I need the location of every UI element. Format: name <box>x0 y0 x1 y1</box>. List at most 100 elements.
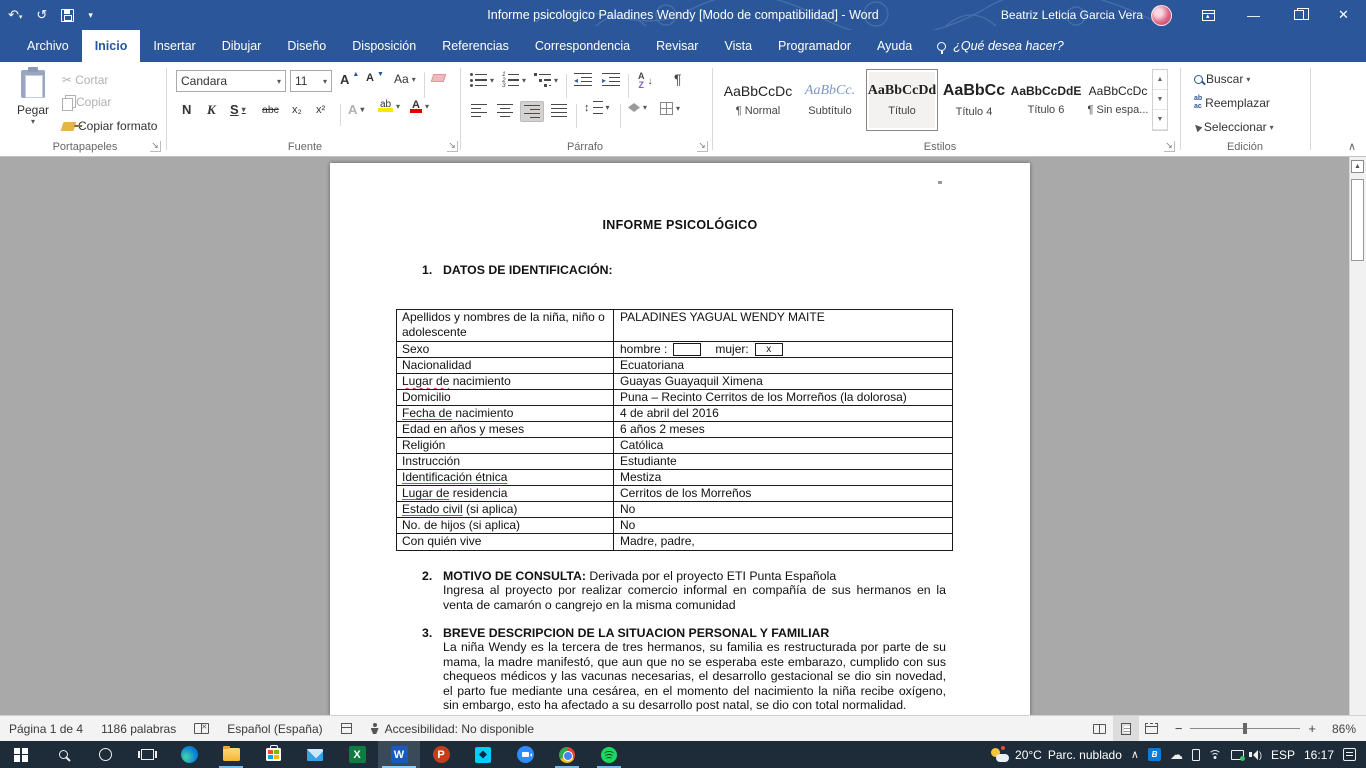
tab-revisar[interactable]: Revisar <box>643 30 711 62</box>
clock[interactable]: 16:17 <box>1304 748 1334 762</box>
file-explorer-button[interactable] <box>210 741 252 768</box>
hombre-checkbox[interactable] <box>673 343 701 356</box>
close-button[interactable]: ✕ <box>1321 0 1366 30</box>
zoom-app-button[interactable] <box>504 741 546 768</box>
underline-button[interactable]: S▾ <box>230 102 246 117</box>
multilevel-list-button[interactable]: ▾ <box>534 73 558 87</box>
start-button[interactable] <box>0 741 42 768</box>
styles-gallery-expand-icon[interactable]: ▼ <box>1153 110 1167 130</box>
superscript-button[interactable]: x² <box>316 104 325 116</box>
anydesk-button[interactable] <box>462 741 504 768</box>
cut-button[interactable]: ✂Cortar <box>62 73 108 87</box>
line-spacing-button[interactable]: ↕▾ <box>584 101 610 114</box>
zoom-percentage[interactable]: 86% <box>1324 722 1356 736</box>
word-button[interactable]: W <box>378 741 420 768</box>
style-titulo-6[interactable]: AaBbCcDdETítulo 6 <box>1010 69 1082 131</box>
zoom-out-icon[interactable]: − <box>1175 721 1183 736</box>
tab-vista[interactable]: Vista <box>711 30 765 62</box>
font-name-combo[interactable]: Candara▾ <box>176 70 286 92</box>
font-color-button[interactable]: A▾ <box>410 100 429 113</box>
tab-archivo[interactable]: Archivo <box>14 30 82 62</box>
chrome-button[interactable] <box>546 741 588 768</box>
page-indicator[interactable]: Página 1 de 4 <box>0 716 92 741</box>
save-icon[interactable] <box>61 9 74 22</box>
language-indicator[interactable]: Español (España) <box>218 716 331 741</box>
spotify-button[interactable] <box>588 741 630 768</box>
print-layout-button[interactable] <box>1113 716 1139 741</box>
tab-disposicion[interactable]: Disposición <box>339 30 429 62</box>
align-center-button[interactable] <box>494 101 516 120</box>
bold-button[interactable]: N <box>182 102 191 117</box>
align-right-button[interactable] <box>520 101 544 122</box>
network-status-icon[interactable] <box>1231 750 1244 760</box>
paste-button[interactable]: Pegar ▾ <box>10 70 56 142</box>
styles-scroll-down-icon[interactable]: ▼ <box>1153 90 1167 110</box>
tab-correspondencia[interactable]: Correspondencia <box>522 30 643 62</box>
shading-button[interactable]: ▾ <box>628 103 647 112</box>
tab-ayuda[interactable]: Ayuda <box>864 30 925 62</box>
user-name[interactable]: Beatriz Leticia Garcia Vera <box>1001 8 1143 22</box>
taskbar-search-button[interactable] <box>42 741 84 768</box>
zoom-slider[interactable] <box>1190 728 1300 729</box>
tab-referencias[interactable]: Referencias <box>429 30 522 62</box>
scrollbar-up-icon[interactable]: ▲ <box>1351 160 1364 173</box>
customize-quick-access-icon[interactable]: ▾ <box>88 10 93 21</box>
restore-button[interactable] <box>1276 0 1321 30</box>
tab-programador[interactable]: Programador <box>765 30 864 62</box>
styles-dialog-launcher[interactable]: ↘ <box>1164 141 1175 152</box>
grow-font-button[interactable]: A▲ <box>340 72 359 87</box>
powerpoint-button[interactable]: P <box>420 741 462 768</box>
strikethrough-button[interactable]: abc <box>262 104 279 116</box>
tab-dibujar[interactable]: Dibujar <box>209 30 275 62</box>
style-titulo-4[interactable]: AaBbCcTítulo 4 <box>938 69 1010 131</box>
find-button[interactable]: Buscar▾ <box>1194 72 1250 86</box>
shrink-font-button[interactable]: A▼ <box>366 72 384 84</box>
accessibility-checker[interactable]: Accesibilidad: No disponible <box>361 716 543 741</box>
scrollbar-thumb[interactable] <box>1351 179 1364 261</box>
sort-button[interactable]: AZ↓ <box>638 72 653 90</box>
format-painter-button[interactable]: Copiar formato <box>62 119 157 133</box>
word-count[interactable]: 1186 palabras <box>92 716 185 741</box>
style-subtitulo[interactable]: AaBbCc.Subtítulo <box>794 69 866 131</box>
mujer-checkbox[interactable]: x <box>755 343 783 356</box>
document-page[interactable]: INFORME PSICOLÓGICO 1.DATOS DE IDENTIFIC… <box>330 163 1030 715</box>
show-paragraph-marks-button[interactable]: ¶ <box>674 71 682 87</box>
vertical-scrollbar[interactable]: ▲ <box>1349 157 1366 715</box>
zoom-slider-thumb[interactable] <box>1243 723 1247 734</box>
subscript-button[interactable]: x₂ <box>292 104 302 116</box>
paragraph-dialog-launcher[interactable]: ↘ <box>697 141 708 152</box>
task-view-button[interactable] <box>126 741 168 768</box>
align-left-button[interactable] <box>468 101 490 120</box>
highlight-button[interactable]: ab▾ <box>378 100 400 112</box>
minimize-button[interactable]: — <box>1231 0 1276 30</box>
keyboard-language[interactable]: ESP <box>1271 748 1295 762</box>
justify-button[interactable] <box>548 101 570 120</box>
cortana-button[interactable] <box>84 741 126 768</box>
clear-formatting-button[interactable] <box>432 74 445 82</box>
numbering-button[interactable]: ▾ <box>502 73 526 87</box>
ribbon-display-options-button[interactable] <box>1186 0 1231 30</box>
clipboard-dialog-launcher[interactable]: ↘ <box>150 141 161 152</box>
weather-widget[interactable]: 20°C Parc. nublado <box>991 748 1122 762</box>
wifi-icon[interactable] <box>1209 750 1222 760</box>
italic-button[interactable]: K <box>207 102 216 118</box>
undo-icon[interactable]: ↶▾ <box>8 7 22 23</box>
read-mode-button[interactable] <box>1087 716 1113 741</box>
mail-button[interactable] <box>294 741 336 768</box>
microsoft-store-button[interactable] <box>252 741 294 768</box>
tell-me-box[interactable]: ¿Qué desea hacer? <box>925 30 1076 62</box>
increase-indent-button[interactable] <box>602 73 620 86</box>
bullets-button[interactable]: ▾ <box>470 73 494 87</box>
identification-table[interactable]: Apellidos y nombres de la niña, niño o a… <box>396 309 953 551</box>
tab-inicio[interactable]: Inicio <box>82 30 141 62</box>
edge-button[interactable] <box>168 741 210 768</box>
onedrive-cloud-icon[interactable]: ☁ <box>1170 747 1183 763</box>
styles-scroll-up-icon[interactable]: ▲ <box>1153 70 1167 90</box>
show-hidden-icons[interactable]: ∧ <box>1131 748 1139 761</box>
style-normal[interactable]: AaBbCcDc¶ Normal <box>722 69 794 131</box>
bluetooth-icon[interactable]: B <box>1148 748 1161 761</box>
redo-icon[interactable]: ↺ <box>36 7 47 23</box>
style-sin-espaciado[interactable]: AaBbCcDc¶ Sin espa... <box>1082 69 1154 131</box>
tab-insertar[interactable]: Insertar <box>140 30 208 62</box>
copy-button[interactable]: Copiar <box>62 95 111 109</box>
